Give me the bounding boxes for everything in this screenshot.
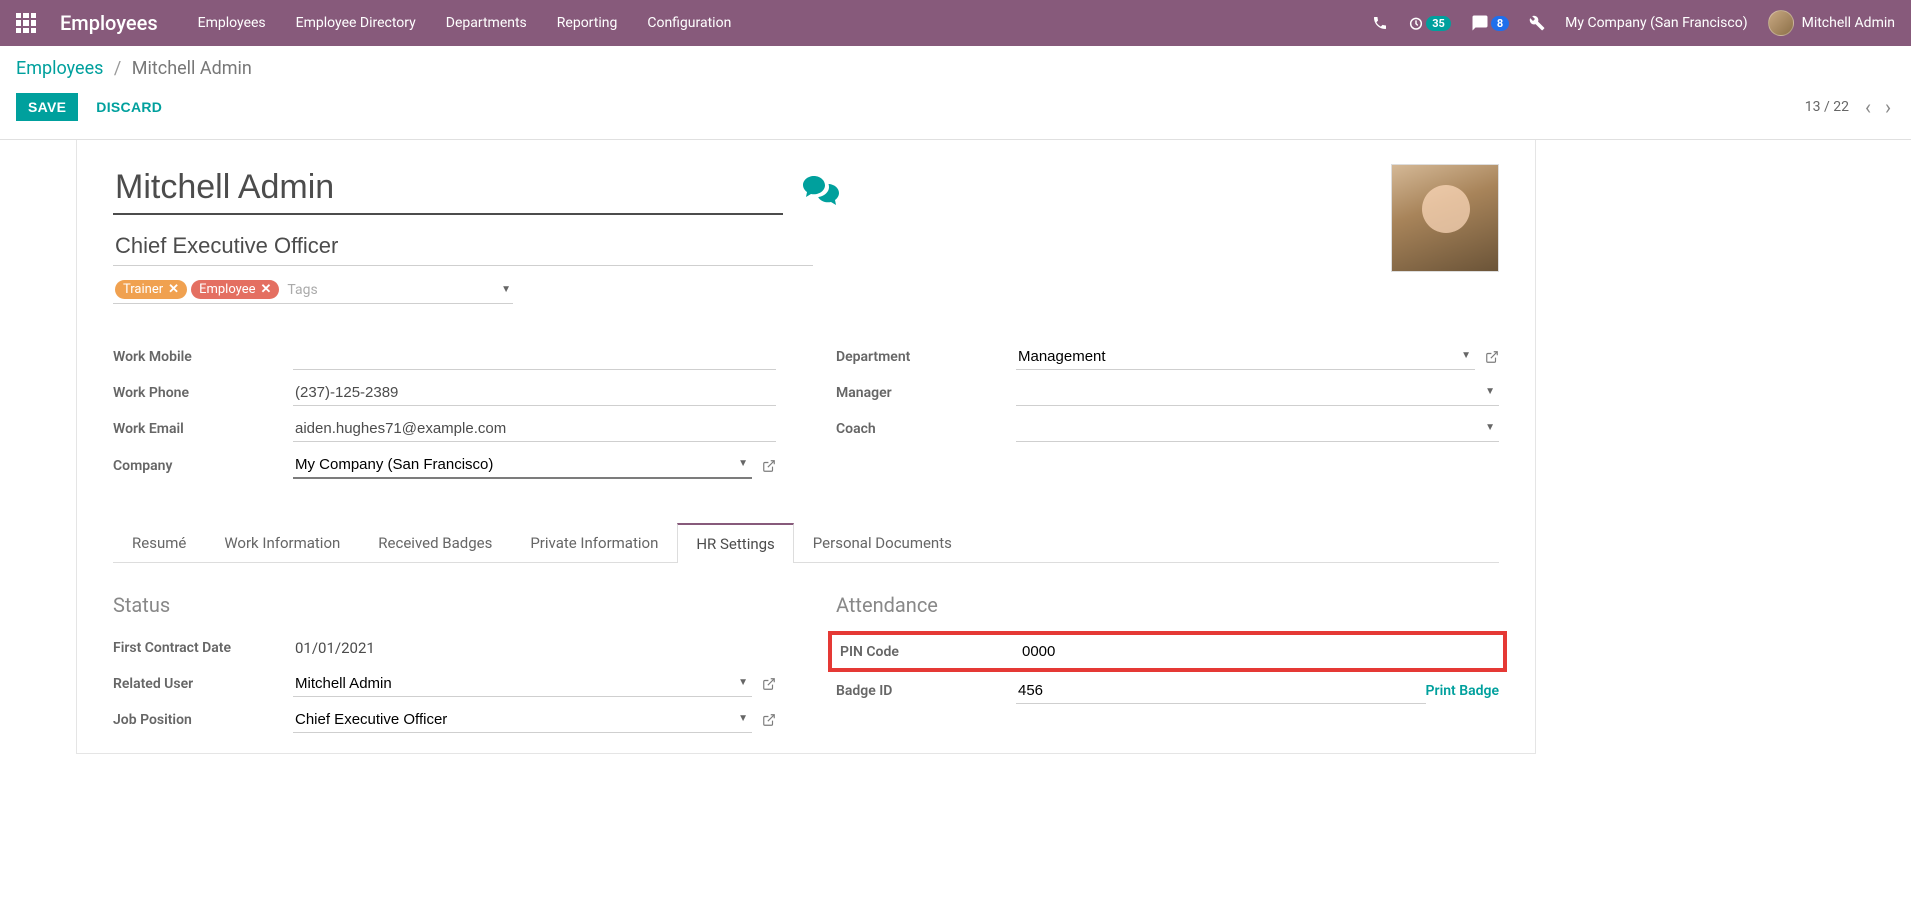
pager-prev[interactable]: ‹	[1861, 95, 1875, 119]
chevron-down-icon[interactable]: ▼	[738, 713, 748, 724]
chevron-down-icon[interactable]: ▼	[1485, 422, 1495, 433]
label-department: Department	[836, 349, 1016, 365]
tab-hr-settings[interactable]: HR Settings	[677, 523, 793, 563]
breadcrumb-current: Mitchell Admin	[132, 58, 252, 79]
label-company: Company	[113, 458, 293, 474]
breadcrumb-root[interactable]: Employees	[16, 58, 103, 79]
tab-private-information[interactable]: Private Information	[511, 523, 677, 563]
pager-text[interactable]: 13 / 22	[1805, 99, 1849, 115]
tags-placeholder: Tags	[287, 282, 317, 298]
label-pin-code: PIN Code	[840, 644, 1020, 660]
pager: 13 / 22 ‹ ›	[1805, 95, 1895, 119]
external-link-icon[interactable]	[762, 677, 776, 691]
nav-employee-directory[interactable]: Employee Directory	[296, 15, 416, 31]
nav-configuration[interactable]: Configuration	[647, 15, 731, 31]
chat-badge: 8	[1491, 16, 1509, 31]
label-manager: Manager	[836, 385, 1016, 401]
tools-icon[interactable]	[1529, 15, 1545, 31]
chevron-down-icon[interactable]: ▼	[738, 458, 748, 469]
timer-badge: 35	[1426, 16, 1451, 31]
tab-received-badges[interactable]: Received Badges	[359, 523, 511, 563]
external-link-icon[interactable]	[762, 459, 776, 473]
tag-remove-icon[interactable]: ✕	[168, 282, 179, 297]
nav-reporting[interactable]: Reporting	[557, 15, 618, 31]
control-panel: Employees / Mitchell Admin SAVE DISCARD …	[0, 46, 1911, 140]
nav-right: 35 8 My Company (San Francisco) Mitchell…	[1372, 10, 1895, 36]
label-work-mobile: Work Mobile	[113, 349, 293, 365]
user-menu[interactable]: Mitchell Admin	[1768, 10, 1895, 36]
department-input[interactable]	[1016, 344, 1475, 369]
chevron-down-icon[interactable]: ▼	[738, 677, 748, 688]
company-switcher[interactable]: My Company (San Francisco)	[1565, 15, 1747, 31]
work-mobile-input[interactable]	[293, 344, 776, 370]
external-link-icon[interactable]	[1485, 350, 1499, 364]
employee-photo[interactable]	[1391, 164, 1499, 272]
tag-remove-icon[interactable]: ✕	[261, 282, 272, 297]
avatar-icon	[1768, 10, 1794, 36]
label-badge-id: Badge ID	[836, 683, 1016, 699]
label-work-phone: Work Phone	[113, 385, 293, 401]
label-related-user: Related User	[113, 676, 293, 692]
chevron-down-icon[interactable]: ▼	[501, 284, 511, 295]
breadcrumb-sep: /	[114, 58, 121, 79]
form-sheet: Trainer✕ Employee✕ Tags ▼ Work Mobile Wo…	[76, 140, 1536, 754]
pager-next[interactable]: ›	[1881, 95, 1895, 119]
manager-input[interactable]	[1016, 380, 1499, 405]
job-title-input[interactable]	[113, 225, 813, 266]
tab-personal-documents[interactable]: Personal Documents	[794, 523, 971, 563]
print-badge-link[interactable]: Print Badge	[1426, 683, 1499, 699]
form-tabs: Resumé Work Information Received Badges …	[113, 523, 1499, 563]
user-name: Mitchell Admin	[1802, 15, 1895, 31]
app-brand[interactable]: Employees	[60, 11, 158, 35]
nav-departments[interactable]: Departments	[446, 15, 527, 31]
pin-code-input[interactable]	[1020, 639, 1495, 664]
section-attendance: Attendance	[836, 593, 1499, 617]
related-user-input[interactable]	[293, 671, 752, 696]
save-button[interactable]: SAVE	[16, 93, 78, 121]
chat-icon[interactable]: 8	[1471, 14, 1509, 32]
section-status: Status	[113, 593, 776, 617]
highlight-pin-code: PIN Code	[828, 631, 1507, 672]
messaging-icon[interactable]	[803, 176, 839, 206]
coach-input[interactable]	[1016, 416, 1499, 441]
top-navbar: Employees Employees Employee Directory D…	[0, 0, 1911, 46]
work-phone-input[interactable]	[293, 380, 776, 406]
work-email-input[interactable]	[293, 416, 776, 442]
phone-icon[interactable]	[1372, 15, 1388, 31]
tag-employee[interactable]: Employee✕	[191, 280, 279, 299]
job-position-input[interactable]	[293, 707, 752, 732]
label-work-email: Work Email	[113, 421, 293, 437]
label-first-contract: First Contract Date	[113, 640, 293, 656]
value-first-contract: 01/01/2021	[293, 635, 776, 661]
tab-work-information[interactable]: Work Information	[205, 523, 359, 563]
tag-trainer[interactable]: Trainer✕	[115, 280, 187, 299]
tab-resume[interactable]: Resumé	[113, 523, 205, 563]
employee-name-input[interactable]	[113, 164, 783, 215]
company-input[interactable]	[293, 452, 752, 477]
discard-button[interactable]: DISCARD	[84, 93, 174, 121]
label-coach: Coach	[836, 421, 1016, 437]
nav-employees[interactable]: Employees	[198, 15, 266, 31]
breadcrumb: Employees / Mitchell Admin	[16, 58, 1895, 79]
tags-field[interactable]: Trainer✕ Employee✕ Tags ▼	[113, 278, 513, 304]
external-link-icon[interactable]	[762, 713, 776, 727]
apps-icon[interactable]	[16, 13, 36, 33]
tab-content-hr-settings: Status First Contract Date 01/01/2021 Re…	[113, 563, 1499, 743]
label-job-position: Job Position	[113, 712, 293, 728]
chevron-down-icon[interactable]: ▼	[1461, 350, 1471, 361]
timer-icon[interactable]: 35	[1408, 15, 1451, 31]
badge-id-input[interactable]	[1016, 678, 1426, 704]
chevron-down-icon[interactable]: ▼	[1485, 386, 1495, 397]
nav-menu: Employees Employee Directory Departments…	[198, 15, 1373, 31]
